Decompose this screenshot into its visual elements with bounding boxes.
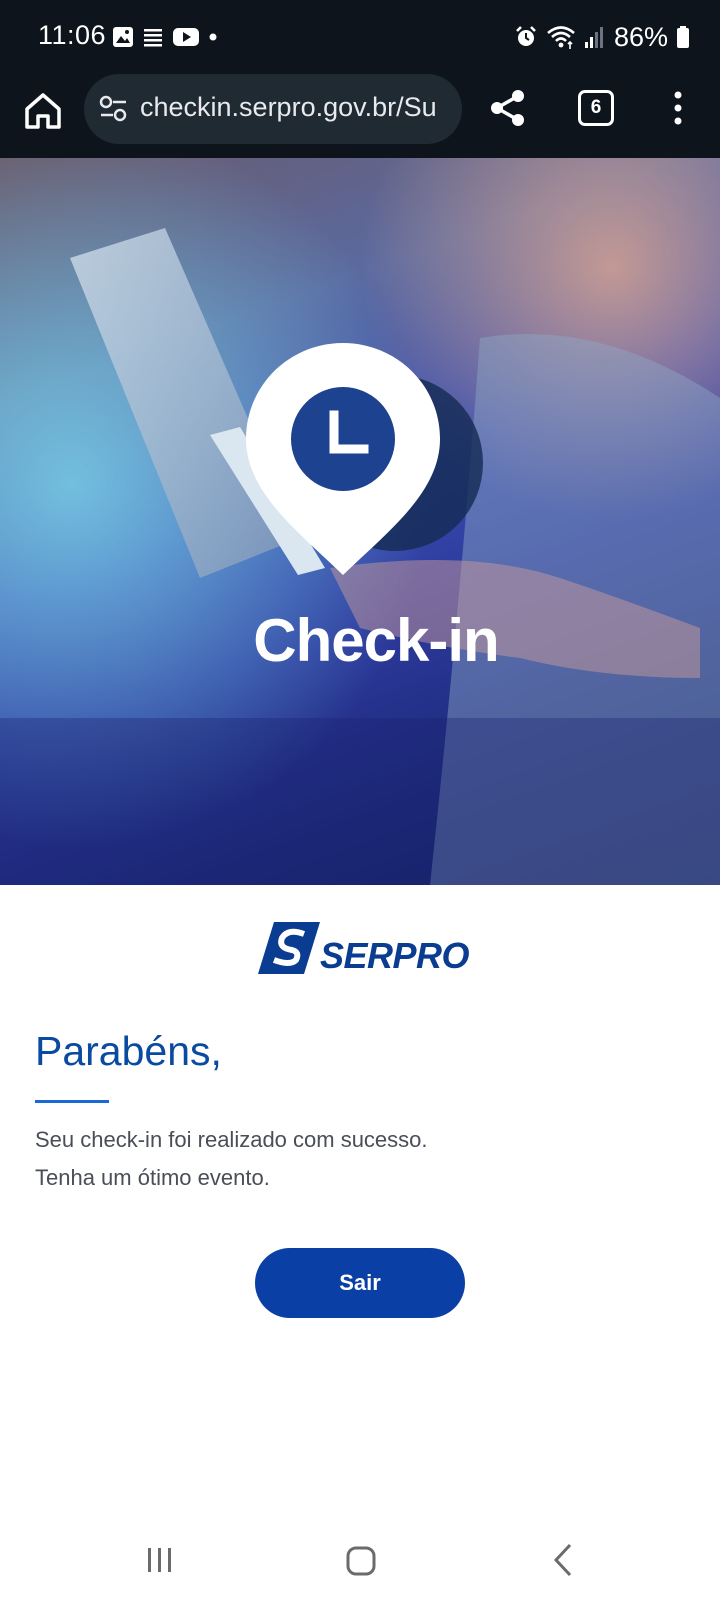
location-clock-icon [210,343,483,575]
address-bar[interactable]: checkin.serpro.gov.br/Su [84,74,462,144]
signal-icon [584,27,603,48]
battery-icon [677,26,689,48]
success-message-line2: Tenha um ótimo evento. [35,1165,270,1190]
notification-icons [112,22,218,52]
success-message-line1: Seu check-in foi realizado com sucesso. [35,1127,428,1152]
nav-home-icon[interactable] [346,1546,376,1576]
system-icons: 86% [514,20,690,54]
dot-icon [209,33,217,41]
serpro-logo: SERPRO [258,918,470,978]
heading-divider [35,1100,109,1103]
tab-switcher-button[interactable]: 6 [578,90,614,126]
alarm-icon [516,26,536,46]
back-icon[interactable] [552,1542,574,1578]
system-nav-bar [0,1520,720,1600]
hero-banner: Check-in [0,158,720,885]
home-icon[interactable] [22,90,64,132]
notes-icon [144,29,162,47]
youtube-icon [173,28,199,46]
share-icon[interactable] [488,88,528,128]
wifi-icon [547,26,575,49]
exit-button[interactable]: Sair [255,1248,465,1318]
hero-title: Check-in [253,607,499,674]
image-icon [113,27,133,47]
serpro-logo-text: SERPRO [320,935,470,976]
serpro-logo-icon [258,922,320,974]
recent-apps-icon[interactable] [146,1547,174,1573]
site-settings-icon[interactable] [98,94,130,124]
url-text[interactable]: checkin.serpro.gov.br/Su [140,92,460,123]
status-time: 11:06 [38,20,107,50]
browser-toolbar: checkin.serpro.gov.br/Su 6 [0,72,720,158]
battery-percent: 86% [613,21,668,52]
status-bar: 11:06 86% [0,0,720,72]
more-vert-icon[interactable] [668,88,688,128]
page-title: Parabéns, [35,1028,222,1074]
